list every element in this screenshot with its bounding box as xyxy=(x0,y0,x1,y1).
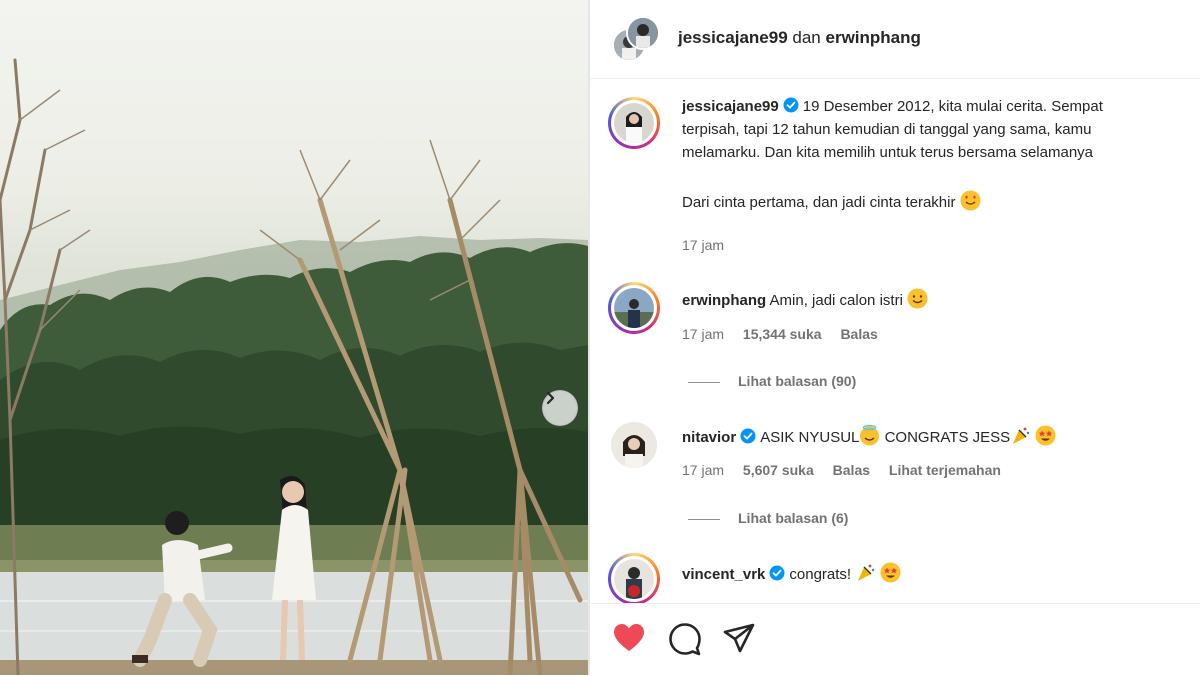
conjunction: dan xyxy=(792,28,821,47)
comment-icon[interactable] xyxy=(668,622,702,656)
smiling-halo-emoji-icon xyxy=(859,425,880,446)
comment-text: erwinphang Amin, jadi calon istri xyxy=(682,288,928,312)
star-struck-emoji-icon xyxy=(880,562,901,583)
smiling-face-emoji-icon xyxy=(907,288,928,309)
comment-body-b: CONGRATS JESS xyxy=(884,429,1011,446)
comment-text: nitavior ASIK NYUSUL CONGRATS JESS xyxy=(682,425,1056,449)
view-replies-button[interactable]: Lihat balasan (90) xyxy=(688,373,856,389)
replies-line xyxy=(688,381,720,383)
comment-avatar[interactable] xyxy=(611,422,657,468)
reply-button[interactable]: Balas xyxy=(833,462,870,478)
comment-avatar[interactable] xyxy=(608,553,660,603)
caption-line-2: terpisah, tapi 12 tahun kemudian di tang… xyxy=(682,121,1092,138)
comment-body-a: ASIK NYUSUL xyxy=(760,429,860,446)
replies-line xyxy=(688,518,720,520)
comment-likes[interactable]: 5,607 suka xyxy=(743,462,814,478)
author-link-2[interactable]: erwinphang xyxy=(826,28,921,47)
caption-avatar[interactable] xyxy=(608,97,660,149)
view-replies-label: Lihat balasan (6) xyxy=(738,510,849,526)
verified-badge-icon xyxy=(740,428,756,444)
comment-meta: 17 jam 5,607 suka Balas Lihat terjemahan xyxy=(682,462,1016,478)
comment-body: Amin, jadi calon istri xyxy=(769,292,903,309)
party-popper-emoji-icon xyxy=(1010,425,1031,446)
caption-line-4: Dari cinta pertama, dan jadi cinta terak… xyxy=(682,194,956,211)
post-header: jessicajane99 dan erwinphang xyxy=(590,0,1200,79)
caption-meta: 17 jam xyxy=(682,237,739,253)
heart-filled-icon[interactable] xyxy=(612,622,646,654)
comment-username[interactable]: erwinphang xyxy=(682,292,766,309)
proposal-photo-illustration xyxy=(0,58,588,675)
collab-avatars[interactable] xyxy=(612,16,660,64)
comment-text: vincent_vrk congrats! xyxy=(682,562,901,586)
comment-username[interactable]: nitavior xyxy=(682,429,736,446)
party-popper-emoji-icon xyxy=(855,562,876,583)
verified-badge-icon xyxy=(769,565,785,581)
avatar xyxy=(626,16,660,50)
star-struck-emoji-icon xyxy=(1035,425,1056,446)
caption-text: jessicajane99 19 Desember 2012, kita mula… xyxy=(682,95,1103,118)
post-photo[interactable] xyxy=(0,0,588,675)
translate-button[interactable]: Lihat terjemahan xyxy=(889,462,1001,478)
view-replies-label: Lihat balasan (90) xyxy=(738,373,857,389)
chevron-right-icon xyxy=(546,391,555,405)
comment-likes[interactable]: 15,344 suka xyxy=(743,326,822,342)
comment-meta: 17 jam 15,344 suka Balas xyxy=(682,326,893,342)
caption-line-1: 19 Desember 2012, kita mulai cerita. Sem… xyxy=(802,98,1103,115)
share-icon[interactable] xyxy=(722,622,756,654)
author-link-1[interactable]: jessicajane99 xyxy=(678,28,788,47)
view-replies-button[interactable]: Lihat balasan (6) xyxy=(688,510,848,526)
comment-time[interactable]: 17 jam xyxy=(682,462,724,478)
post-sidebar: jessicajane99 dan erwinphang jessicajane… xyxy=(590,0,1200,675)
comment-avatar[interactable] xyxy=(608,282,660,334)
caption-time[interactable]: 17 jam xyxy=(682,237,724,253)
comments-section[interactable]: jessicajane99 19 Desember 2012, kita mula… xyxy=(590,79,1200,603)
post-authors: jessicajane99 dan erwinphang xyxy=(678,28,921,48)
post-actions xyxy=(590,603,1200,676)
smiling-hearts-emoji-icon xyxy=(960,190,981,211)
comment-body: congrats! xyxy=(789,566,852,583)
reply-button[interactable]: Balas xyxy=(840,326,877,342)
comment-username[interactable]: vincent_vrk xyxy=(682,566,765,583)
next-photo-button[interactable] xyxy=(542,390,578,426)
caption-line-3: melamarku. Dan kita memilih untuk terus … xyxy=(682,144,1093,161)
comment-time[interactable]: 17 jam xyxy=(682,326,724,342)
caption-line-4-row: Dari cinta pertama, dan jadi cinta terak… xyxy=(682,190,981,214)
caption-username[interactable]: jessicajane99 xyxy=(682,98,779,115)
verified-badge-icon xyxy=(783,97,799,113)
